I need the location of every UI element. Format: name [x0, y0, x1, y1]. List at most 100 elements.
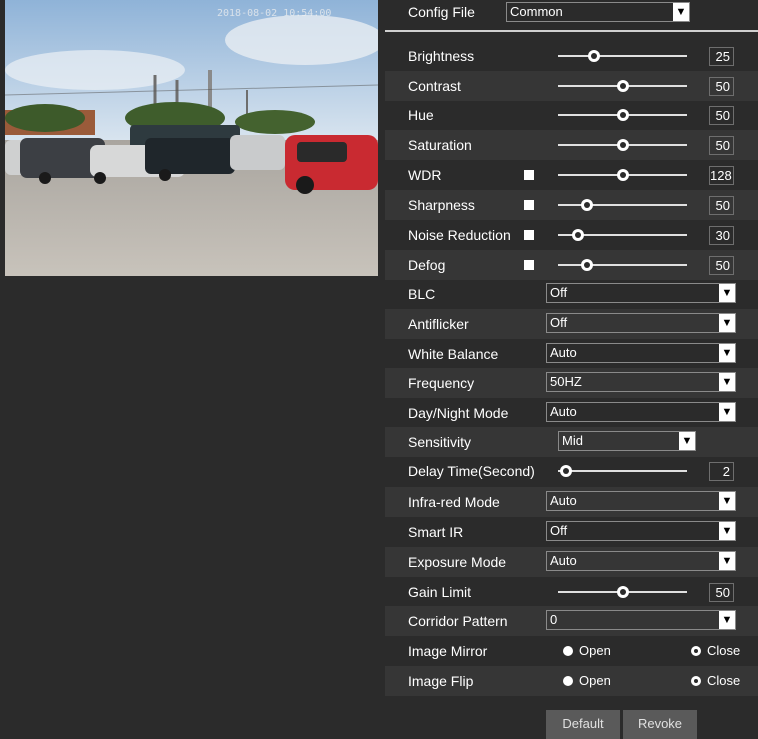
delay-time-label: Delay Time(Second): [408, 463, 535, 479]
image-mirror-label: Image Mirror: [408, 643, 488, 659]
brightness-handle[interactable]: [588, 50, 600, 62]
hue-label: Hue: [408, 107, 434, 123]
mirror-open-label: Open: [579, 643, 611, 658]
infrared-select[interactable]: Auto ▼: [546, 491, 736, 511]
image-settings-panel: Config File Common ▼ Brightness 25 Contr…: [385, 0, 758, 739]
defog-value[interactable]: 50: [709, 256, 734, 275]
delay-time-value[interactable]: 2: [709, 462, 734, 481]
chevron-down-icon: ▼: [719, 522, 735, 540]
divider: [385, 30, 758, 32]
antiflicker-row: Antiflicker Off ▼: [385, 309, 758, 339]
saturation-label: Saturation: [408, 137, 472, 153]
config-file-row: Config File Common ▼: [385, 0, 758, 30]
brightness-row: Brightness 25: [385, 41, 758, 71]
smart-ir-label: Smart IR: [408, 524, 464, 540]
delay-time-slider[interactable]: [558, 470, 687, 472]
config-file-select[interactable]: Common ▼: [506, 2, 690, 22]
blc-row: BLC Off ▼: [385, 279, 758, 309]
saturation-handle[interactable]: [617, 139, 629, 151]
hue-value[interactable]: 50: [709, 106, 734, 125]
smart-ir-select[interactable]: Off ▼: [546, 521, 736, 541]
infrared-label: Infra-red Mode: [408, 494, 500, 510]
defog-slider[interactable]: [558, 264, 687, 266]
sharpness-checkbox[interactable]: [524, 200, 534, 210]
corridor-value: 0: [550, 612, 558, 627]
exposure-row: Exposure Mode Auto ▼: [385, 547, 758, 577]
chevron-down-icon: ▼: [719, 492, 735, 510]
chevron-down-icon: ▼: [719, 373, 735, 391]
chevron-down-icon: ▼: [679, 432, 695, 450]
default-button[interactable]: Default: [546, 710, 620, 739]
saturation-row: Saturation 50: [385, 130, 758, 160]
day-night-label: Day/Night Mode: [408, 405, 509, 421]
delay-time-handle[interactable]: [560, 465, 572, 477]
frequency-select[interactable]: 50HZ ▼: [546, 372, 736, 392]
antiflicker-select[interactable]: Off ▼: [546, 313, 736, 333]
sharpness-row: Sharpness 50: [385, 190, 758, 220]
image-flip-label: Image Flip: [408, 673, 474, 689]
gain-limit-value[interactable]: 50: [709, 583, 734, 602]
gain-limit-row: Gain Limit 50: [385, 577, 758, 607]
blc-label: BLC: [408, 286, 436, 302]
chevron-down-icon: ▼: [673, 3, 689, 21]
exposure-value: Auto: [550, 553, 577, 568]
brightness-slider[interactable]: [558, 55, 687, 57]
noise-reduction-row: Noise Reduction 30: [385, 220, 758, 250]
corridor-row: Corridor Pattern 0 ▼: [385, 606, 758, 636]
wdr-row: WDR 128: [385, 160, 758, 190]
chevron-down-icon: ▼: [719, 403, 735, 421]
defog-handle[interactable]: [581, 259, 593, 271]
day-night-row: Day/Night Mode Auto ▼: [385, 398, 758, 428]
noise-reduction-value[interactable]: 30: [709, 226, 734, 245]
wdr-value[interactable]: 128: [709, 166, 734, 185]
corridor-label: Corridor Pattern: [408, 613, 508, 629]
saturation-value[interactable]: 50: [709, 136, 734, 155]
white-balance-label: White Balance: [408, 346, 499, 362]
contrast-value[interactable]: 50: [709, 77, 734, 96]
sharpness-handle[interactable]: [581, 199, 593, 211]
hue-handle[interactable]: [617, 109, 629, 121]
white-balance-select[interactable]: Auto ▼: [546, 343, 736, 363]
blc-value: Off: [550, 285, 568, 300]
brightness-label: Brightness: [408, 48, 475, 64]
sharpness-value[interactable]: 50: [709, 196, 734, 215]
contrast-row: Contrast 50: [385, 71, 758, 101]
contrast-handle[interactable]: [617, 80, 629, 92]
sensitivity-label: Sensitivity: [408, 434, 472, 450]
camera-image: [5, 0, 378, 276]
wdr-handle[interactable]: [617, 169, 629, 181]
frequency-value: 50HZ: [550, 374, 582, 389]
flip-close-radio[interactable]: [691, 676, 701, 686]
gain-limit-handle[interactable]: [617, 586, 629, 598]
antiflicker-value: Off: [550, 315, 568, 330]
noise-reduction-label: Noise Reduction: [408, 227, 511, 243]
brightness-value[interactable]: 25: [709, 47, 734, 66]
wdr-checkbox[interactable]: [524, 170, 534, 180]
sharpness-label: Sharpness: [408, 197, 475, 213]
chevron-down-icon: ▼: [719, 314, 735, 332]
flip-open-radio[interactable]: [563, 676, 573, 686]
revoke-button[interactable]: Revoke: [623, 710, 697, 739]
mirror-open-radio[interactable]: [563, 646, 573, 656]
day-night-select[interactable]: Auto ▼: [546, 402, 736, 422]
corridor-select[interactable]: 0 ▼: [546, 610, 736, 630]
white-balance-row: White Balance Auto ▼: [385, 339, 758, 369]
noise-reduction-checkbox[interactable]: [524, 230, 534, 240]
defog-checkbox[interactable]: [524, 260, 534, 270]
sensitivity-value: Mid: [562, 433, 583, 448]
noise-reduction-handle[interactable]: [572, 229, 584, 241]
exposure-select[interactable]: Auto ▼: [546, 551, 736, 571]
image-flip-row: Image Flip Open Close: [385, 666, 758, 696]
blc-select[interactable]: Off ▼: [546, 283, 736, 303]
gain-limit-label: Gain Limit: [408, 584, 472, 600]
mirror-close-radio[interactable]: [691, 646, 701, 656]
video-preview: 2018-08-02 10:54:00: [5, 0, 378, 276]
contrast-label: Contrast: [408, 78, 461, 94]
sensitivity-select[interactable]: Mid ▼: [558, 431, 696, 451]
sharpness-slider[interactable]: [558, 204, 687, 206]
defog-label: Defog: [408, 257, 446, 273]
flip-open-label: Open: [579, 673, 611, 688]
flip-close-label: Close: [707, 673, 741, 688]
hue-row: Hue 50: [385, 100, 758, 130]
day-night-value: Auto: [550, 404, 577, 419]
